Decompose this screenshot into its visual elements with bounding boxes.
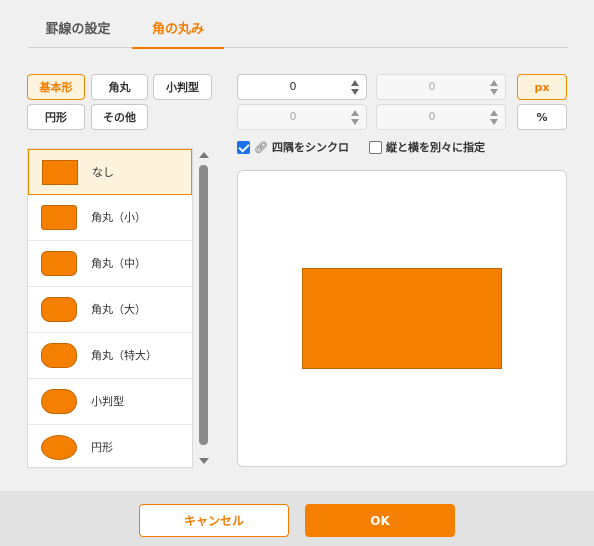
sync-corners-checkbox[interactable]: 🔗︎ 四隅をシンクロ xyxy=(237,139,349,155)
stepper-up-icon xyxy=(351,110,359,116)
stepper-up-icon xyxy=(490,110,498,116)
shape-item-label: 小判型 xyxy=(91,395,124,408)
shape-item-label: 角丸（大） xyxy=(91,303,146,316)
shape-item-rounded-large[interactable]: 角丸（大） xyxy=(28,287,192,333)
stepper-down-icon xyxy=(490,89,498,95)
checkbox-unchecked-icon[interactable] xyxy=(369,140,382,154)
top-left-radius-stepper[interactable]: 0 xyxy=(237,74,367,100)
shape-swatch-rounded-small xyxy=(41,205,77,230)
shape-swatch-rounded-large xyxy=(41,297,77,322)
shape-list: なし 角丸（小） 角丸（中） 角丸（大） 角丸（特大） 小判型 円形 xyxy=(27,148,193,468)
unit-px-button[interactable]: px xyxy=(517,74,567,100)
stepper-down-icon xyxy=(351,119,359,125)
cancel-button[interactable]: キャンセル xyxy=(139,504,289,537)
stepper-up-icon[interactable] xyxy=(351,80,359,86)
unit-percent-button[interactable]: % xyxy=(517,104,567,130)
ok-button[interactable]: OK xyxy=(305,504,455,537)
separate-xy-checkbox[interactable]: 縦と横を別々に指定 xyxy=(369,139,485,155)
shape-swatch-oval xyxy=(41,389,77,414)
shape-item-none[interactable]: なし xyxy=(28,149,192,195)
shape-item-label: 角丸（小） xyxy=(91,211,146,224)
bottom-left-radius-value: 0 xyxy=(289,110,297,123)
tab-bar: 罫線の設定 角の丸み xyxy=(28,14,568,49)
shape-item-circle[interactable]: 円形 xyxy=(28,425,192,467)
sync-corners-label: 四隅をシンクロ xyxy=(271,141,349,154)
preview-shape xyxy=(302,268,502,369)
scroll-thumb[interactable] xyxy=(199,165,208,445)
separate-xy-label: 縦と横を別々に指定 xyxy=(386,141,485,154)
bottom-left-radius-stepper: 0 xyxy=(237,104,367,130)
top-left-radius-value: 0 xyxy=(289,80,297,93)
top-right-radius-value: 0 xyxy=(428,80,436,93)
stepper-down-icon xyxy=(490,119,498,125)
shape-item-label: 角丸（特大） xyxy=(91,349,157,362)
shape-swatch-circle xyxy=(41,435,77,460)
shape-swatch-none xyxy=(42,160,78,185)
shape-item-label: 円形 xyxy=(91,441,113,454)
shape-item-label: 角丸（中） xyxy=(91,257,146,270)
shape-item-oval[interactable]: 小判型 xyxy=(28,379,192,425)
stepper-up-icon xyxy=(490,80,498,86)
shape-swatch-rounded-medium xyxy=(41,251,77,276)
top-right-radius-stepper: 0 xyxy=(376,74,506,100)
preview-panel xyxy=(237,170,567,467)
link-icon: 🔗︎ xyxy=(254,140,268,154)
preset-oval-button[interactable]: 小判型 xyxy=(153,74,212,100)
scroll-down-arrow-icon[interactable] xyxy=(199,458,209,464)
shape-item-label: なし xyxy=(92,166,114,179)
stepper-down-icon[interactable] xyxy=(351,89,359,95)
preset-other-button[interactable]: その他 xyxy=(91,104,148,130)
bottom-right-radius-value: 0 xyxy=(428,110,436,123)
scroll-up-arrow-icon[interactable] xyxy=(199,152,209,158)
footer-bar xyxy=(0,491,594,546)
shape-item-rounded-medium[interactable]: 角丸（中） xyxy=(28,241,192,287)
shape-item-rounded-xlarge[interactable]: 角丸（特大） xyxy=(28,333,192,379)
shape-list-scrollbar[interactable] xyxy=(197,148,211,468)
shape-item-rounded-small[interactable]: 角丸（小） xyxy=(28,195,192,241)
bottom-right-radius-stepper: 0 xyxy=(376,104,506,130)
checkbox-checked-icon[interactable] xyxy=(237,140,250,154)
shape-swatch-rounded-xlarge xyxy=(41,343,77,368)
preset-circle-button[interactable]: 円形 xyxy=(27,104,85,130)
tab-border-settings[interactable]: 罫線の設定 xyxy=(28,14,128,48)
preset-rounded-button[interactable]: 角丸 xyxy=(91,74,148,100)
preset-basic-button[interactable]: 基本形 xyxy=(27,74,85,100)
tab-corner-radius[interactable]: 角の丸み xyxy=(132,14,224,49)
